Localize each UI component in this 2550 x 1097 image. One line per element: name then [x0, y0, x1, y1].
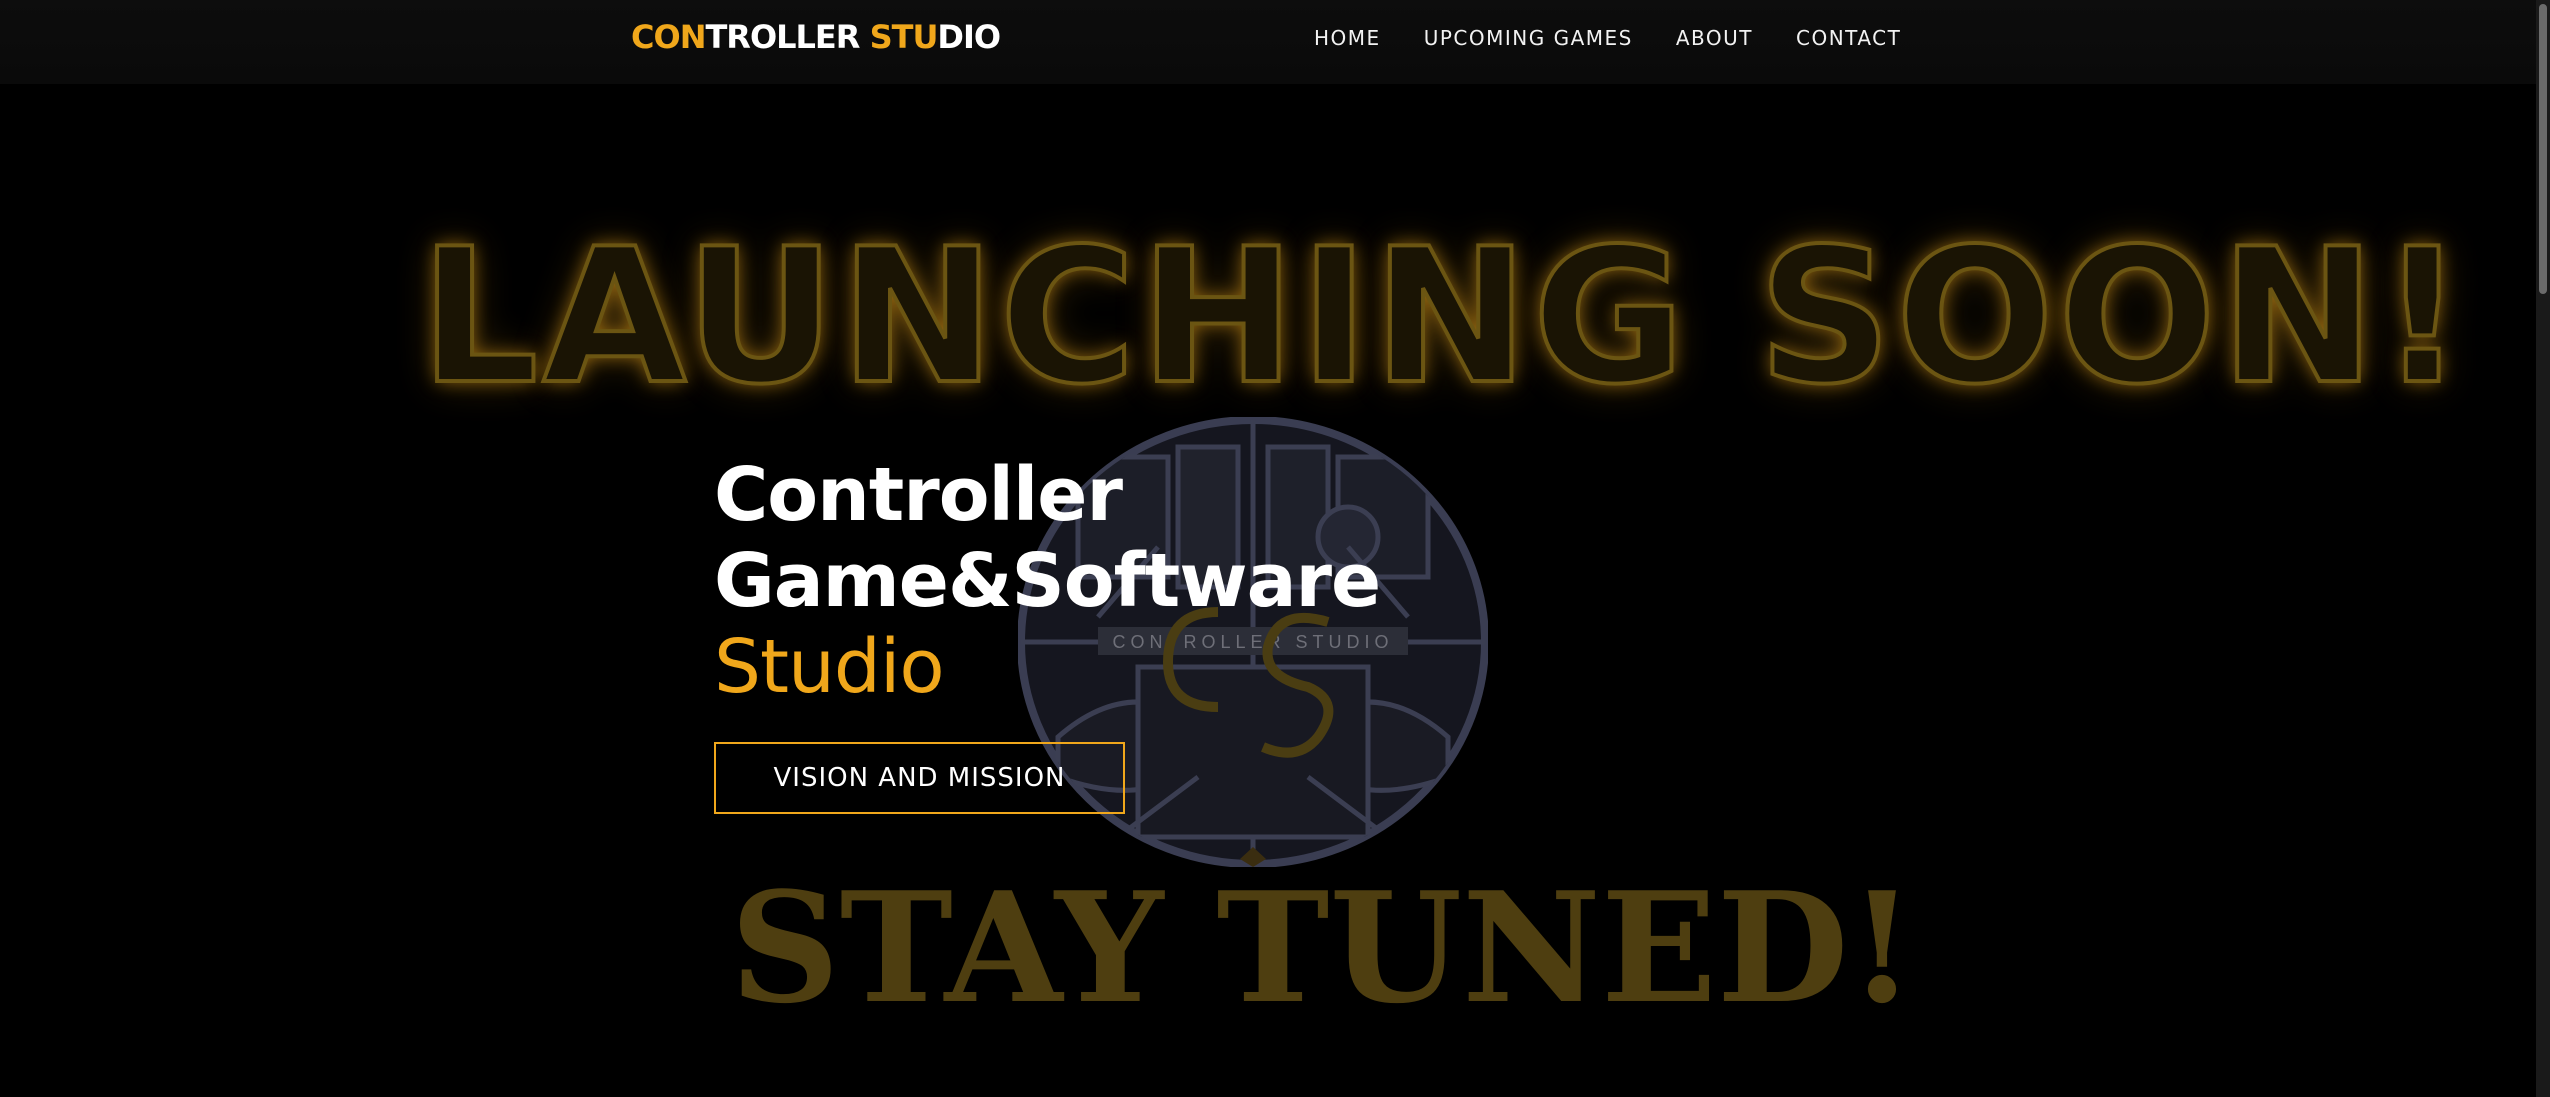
vision-and-mission-button[interactable]: VISION AND MISSION	[714, 742, 1125, 814]
stay-tuned-banner: STAY TUNED!	[730, 858, 1916, 1037]
nav-contact[interactable]: CONTACT	[1796, 26, 1901, 50]
hero-line-controller: Controller	[714, 452, 1123, 538]
logo-troller: TROLLER	[705, 18, 870, 56]
nav-upcoming-games[interactable]: UPCOMING GAMES	[1424, 26, 1633, 50]
logo-con: CON	[631, 18, 706, 56]
nav-about[interactable]: ABOUT	[1676, 26, 1753, 50]
logo-stu: STU	[869, 18, 939, 56]
top-navbar: CONTROLLER STUDIO HOME UPCOMING GAMES AB…	[0, 0, 2536, 84]
hero-line-game-software: Game&Software	[714, 538, 1381, 624]
hero-line-studio: Studio	[714, 624, 945, 710]
scrollbar-thumb[interactable]	[2539, 4, 2547, 294]
main-nav: HOME UPCOMING GAMES ABOUT CONTACT	[1314, 26, 1944, 50]
hero-title: Controller Game&Software Studio	[714, 452, 1381, 710]
launching-soon-banner: LAUNCHING SOON!	[418, 206, 2469, 427]
logo-dio: DIO	[937, 18, 1001, 56]
nav-home[interactable]: HOME	[1314, 26, 1381, 50]
site-logo[interactable]: CONTROLLER STUDIO	[631, 18, 1001, 56]
page-scrollbar[interactable]	[2536, 0, 2550, 1097]
